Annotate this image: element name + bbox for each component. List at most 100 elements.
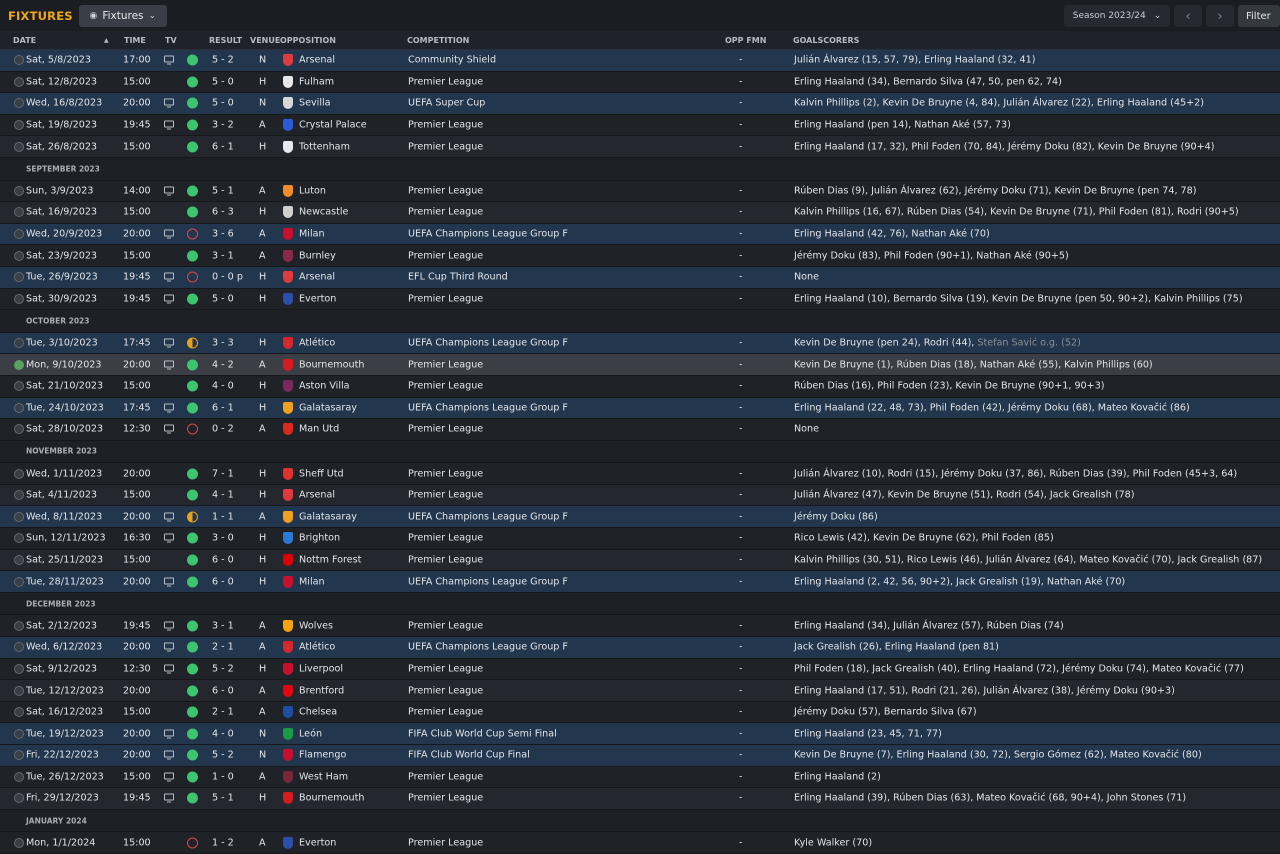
- fixture-row[interactable]: Sat, 21/10/2023 15:00 4 - 0 H Aston Villa Pre…: [0, 375, 1280, 398]
- match-score[interactable]: 3 - 1: [212, 620, 234, 631]
- competition-link[interactable]: Premier League: [408, 554, 483, 565]
- col-date[interactable]: DATE: [13, 36, 36, 45]
- opposition-link[interactable]: Tottenham: [299, 141, 350, 152]
- competition-link[interactable]: Premier League: [408, 793, 483, 804]
- match-score[interactable]: 4 - 1: [212, 490, 234, 501]
- opposition-link[interactable]: Chelsea: [299, 707, 337, 718]
- match-score[interactable]: 1 - 2: [212, 837, 234, 848]
- fixture-row[interactable]: Tue, 3/10/2023 17:45 3 - 3 H Atlético UEFA Ch…: [0, 332, 1280, 355]
- fixture-row[interactable]: Wed, 1/11/2023 20:00 7 - 1 H Sheff Utd Premie…: [0, 463, 1280, 485]
- fixture-row[interactable]: Sat, 26/8/2023 15:00 6 - 1 H Tottenham Premie…: [0, 136, 1280, 158]
- match-score[interactable]: 2 - 1: [212, 707, 234, 718]
- match-score[interactable]: 5 - 1: [212, 793, 234, 804]
- previous-season-button[interactable]: ‹: [1174, 5, 1202, 27]
- competition-link[interactable]: UEFA Champions League Group F: [408, 229, 568, 240]
- opposition-link[interactable]: Burnley: [299, 250, 336, 261]
- fixture-row[interactable]: Sat, 16/9/2023 15:00 6 - 3 H Newcastle Premie…: [0, 202, 1280, 224]
- fixture-row[interactable]: Sat, 16/12/2023 15:00 2 - 1 A Chelsea Premier…: [0, 701, 1280, 724]
- col-opposition[interactable]: OPPOSITION: [280, 36, 336, 45]
- fixture-row[interactable]: Sat, 23/9/2023 15:00 3 - 1 A Burnley Premier …: [0, 245, 1280, 267]
- col-venue[interactable]: VENUE: [250, 36, 280, 45]
- col-goalscorers[interactable]: GOALSCORERS: [793, 36, 859, 45]
- competition-link[interactable]: Premier League: [408, 359, 483, 370]
- competition-link[interactable]: FIFA Club World Cup Semi Final: [408, 728, 557, 739]
- competition-link[interactable]: Premier League: [408, 771, 483, 782]
- competition-link[interactable]: UEFA Super Cup: [408, 98, 485, 109]
- competition-link[interactable]: Premier League: [408, 663, 483, 674]
- col-opp-fmn[interactable]: OPP FMN: [725, 36, 766, 45]
- opposition-link[interactable]: Crystal Palace: [299, 120, 367, 131]
- competition-link[interactable]: Premier League: [408, 533, 483, 544]
- fixture-row[interactable]: Wed, 20/9/2023 20:00 3 - 6 A Milan UEFA Champ…: [0, 223, 1280, 246]
- competition-link[interactable]: Premier League: [408, 381, 483, 392]
- opposition-link[interactable]: Brighton: [299, 533, 340, 544]
- opposition-link[interactable]: Bournemouth: [299, 359, 364, 370]
- fixture-row[interactable]: Tue, 28/11/2023 20:00 6 - 0 H Milan UEFA Cham…: [0, 571, 1280, 593]
- match-score[interactable]: 5 - 0: [212, 76, 234, 87]
- match-score[interactable]: 1 - 1: [212, 511, 234, 522]
- competition-link[interactable]: Premier League: [408, 707, 483, 718]
- col-competition[interactable]: COMPETITION: [407, 36, 469, 45]
- competition-link[interactable]: Premier League: [408, 185, 483, 196]
- opposition-link[interactable]: Sheff Utd: [299, 468, 344, 479]
- competition-link[interactable]: EFL Cup Third Round: [408, 272, 508, 283]
- match-score[interactable]: 5 - 1: [212, 185, 234, 196]
- opposition-link[interactable]: Atlético: [299, 338, 335, 349]
- competition-link[interactable]: Premier League: [408, 120, 483, 131]
- match-score[interactable]: 7 - 1: [212, 468, 234, 479]
- competition-link[interactable]: Premier League: [408, 620, 483, 631]
- competition-link[interactable]: Premier League: [408, 837, 483, 848]
- opposition-link[interactable]: Fulham: [299, 76, 334, 87]
- fixture-row[interactable]: Tue, 12/12/2023 20:00 6 - 0 A Brentford Premi…: [0, 680, 1280, 702]
- fixture-row[interactable]: Wed, 16/8/2023 20:00 5 - 0 N Sevilla UEFA Sup…: [0, 93, 1280, 115]
- competition-link[interactable]: UEFA Champions League Group F: [408, 642, 568, 653]
- match-score[interactable]: 5 - 2: [212, 663, 234, 674]
- competition-link[interactable]: Premier League: [408, 685, 483, 696]
- fixture-row[interactable]: Wed, 8/11/2023 20:00 1 - 1 A Galatasaray UEFA…: [0, 506, 1280, 529]
- col-result[interactable]: RESULT: [209, 36, 242, 45]
- match-score[interactable]: 6 - 0: [212, 685, 234, 696]
- match-score[interactable]: 0 - 0 p: [212, 272, 243, 283]
- competition-link[interactable]: UEFA Champions League Group F: [408, 576, 568, 587]
- match-score[interactable]: 0 - 2: [212, 424, 234, 435]
- competition-link[interactable]: Premier League: [408, 141, 483, 152]
- opposition-link[interactable]: Arsenal: [299, 55, 335, 66]
- fixture-row[interactable]: Sat, 19/8/2023 19:45 3 - 2 A Crystal Palace P…: [0, 114, 1280, 137]
- match-score[interactable]: 6 - 1: [212, 141, 234, 152]
- match-score[interactable]: 3 - 3: [212, 338, 234, 349]
- fixture-row[interactable]: Sat, 25/11/2023 15:00 6 - 0 H Nottm Forest Pr…: [0, 549, 1280, 572]
- match-score[interactable]: 3 - 6: [212, 229, 234, 240]
- fixture-row[interactable]: Sat, 28/10/2023 12:30 0 - 2 A Man Utd Premier…: [0, 419, 1280, 441]
- fixture-row[interactable]: Sat, 5/8/2023 17:00 5 - 2 N Arsenal Community…: [0, 50, 1280, 72]
- match-score[interactable]: 4 - 0: [212, 381, 234, 392]
- competition-link[interactable]: Premier League: [408, 490, 483, 501]
- match-score[interactable]: 1 - 0: [212, 771, 234, 782]
- fixture-row[interactable]: Sat, 4/11/2023 15:00 4 - 1 H Arsenal Premier …: [0, 484, 1280, 507]
- opposition-link[interactable]: Brentford: [299, 685, 344, 696]
- fixture-row[interactable]: Wed, 6/12/2023 20:00 2 - 1 A Atlético UEFA Ch…: [0, 637, 1280, 659]
- season-selector[interactable]: Season 2023/24 ⌄: [1064, 5, 1170, 27]
- competition-link[interactable]: Community Shield: [408, 55, 496, 66]
- competition-link[interactable]: UEFA Champions League Group F: [408, 402, 568, 413]
- fixture-row[interactable]: Mon, 1/1/2024 15:00 1 - 2 A Everton Premier L…: [0, 832, 1280, 854]
- fixture-row[interactable]: Sun, 3/9/2023 14:00 5 - 1 A Luton Premier Lea…: [0, 180, 1280, 203]
- competition-link[interactable]: Premier League: [408, 468, 483, 479]
- opposition-link[interactable]: Milan: [299, 576, 325, 587]
- match-score[interactable]: 3 - 0: [212, 533, 234, 544]
- match-score[interactable]: 5 - 2: [212, 55, 234, 66]
- match-score[interactable]: 4 - 0: [212, 728, 234, 739]
- col-time[interactable]: TIME: [124, 36, 146, 45]
- match-score[interactable]: 6 - 1: [212, 402, 234, 413]
- fixture-row[interactable]: Sat, 2/12/2023 19:45 3 - 1 A Wolves Premier L…: [0, 615, 1280, 638]
- fixture-row[interactable]: Fri, 22/12/2023 20:00 5 - 2 N Flamengo FIFA C…: [0, 745, 1280, 767]
- fixture-row[interactable]: Tue, 24/10/2023 17:45 6 - 1 H Galatasaray UEF…: [0, 397, 1280, 420]
- match-score[interactable]: 5 - 2: [212, 750, 234, 761]
- filter-button[interactable]: Filter: [1238, 5, 1280, 27]
- match-score[interactable]: 6 - 0: [212, 554, 234, 565]
- match-score[interactable]: 6 - 3: [212, 207, 234, 218]
- fixture-row[interactable]: Tue, 26/9/2023 19:45 0 - 0 p H Arsenal EFL Cu…: [0, 266, 1280, 289]
- competition-link[interactable]: Premier League: [408, 207, 483, 218]
- fixture-row[interactable]: Sat, 12/8/2023 15:00 5 - 0 H Fulham Premier L…: [0, 71, 1280, 94]
- fixture-row[interactable]: Sat, 9/12/2023 12:30 5 - 2 H Liverpool Premie…: [0, 658, 1280, 681]
- match-score[interactable]: 5 - 0: [212, 98, 234, 109]
